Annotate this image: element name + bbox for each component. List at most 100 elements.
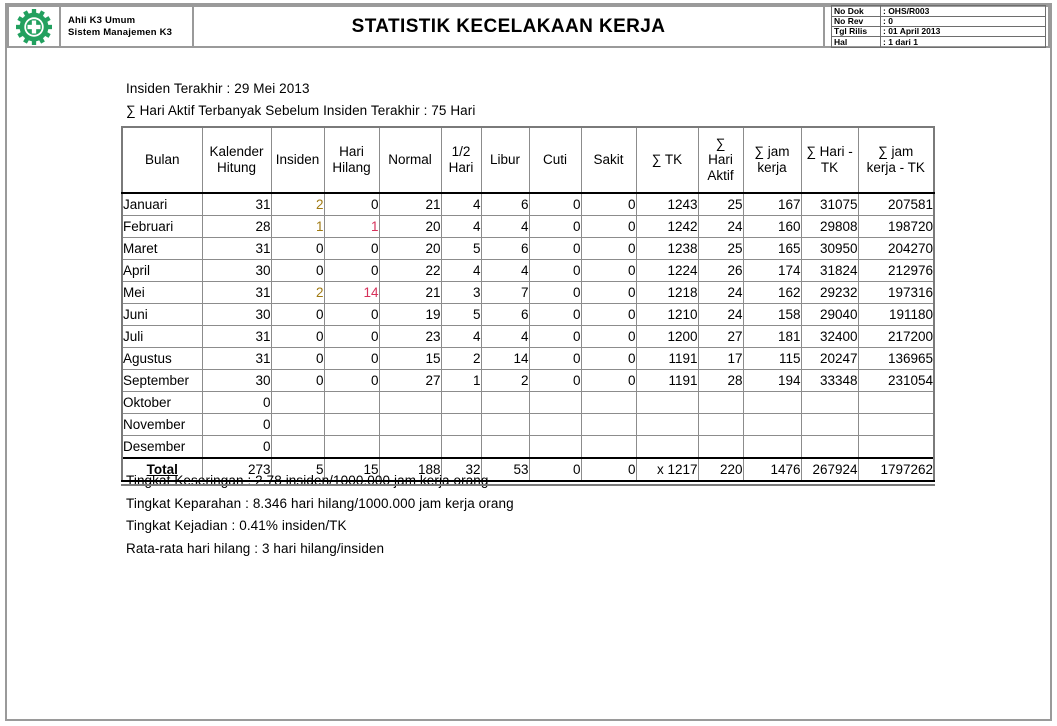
cell-sum-tk: 1243 (635, 192, 699, 216)
cell-setengah-hari: 3 (440, 281, 482, 304)
cell-hari-hilang: 0 (323, 369, 380, 392)
table-bottom-double-rule (121, 484, 935, 486)
meta-row: No Dok: OHS/R003 (831, 5, 1046, 17)
cell-normal: 15 (378, 347, 442, 370)
info-last-incident: Insiden Terakhir : 29 Mei 2013 (126, 81, 310, 96)
cell-sum-hari-tk: 29808 (800, 215, 859, 238)
cell-hari-hilang (323, 435, 380, 459)
cell-normal (378, 435, 442, 459)
cell-bulan: Agustus (121, 347, 203, 370)
cell-sum-jam-kerja: 158 (742, 303, 802, 326)
cell-hari-hilang (323, 391, 380, 414)
cell-insiden: 0 (270, 237, 325, 260)
cell-kalender-hitung: 30 (201, 369, 272, 392)
cell-sakit (580, 413, 637, 436)
info-block: Insiden Terakhir : 29 Mei 2013 ∑ Hari Ak… (126, 78, 938, 122)
cell-normal: 23 (378, 325, 442, 348)
cell-setengah-hari: 4 (440, 259, 482, 282)
cell-insiden (270, 435, 325, 459)
header-row: Bulan Kalender Hitung Insiden Hari Hilan… (121, 126, 935, 194)
note-rata-rata-hari-hilang: Rata-rata hari hilang : 3 hari hilang/in… (126, 540, 385, 556)
cell-sum-hari-aktif: 24 (697, 303, 744, 326)
col-jam-kerja-tk-line2: kerja - TK (866, 160, 925, 175)
cell-sum-hari-aktif: 27 (697, 325, 744, 348)
col-hari-hilang: Hari Hilang (323, 126, 380, 194)
cell-sum-hari-tk: 31824 (800, 259, 859, 282)
col-sakit-label: Sakit (593, 152, 624, 167)
org-line-1: Ahli K3 Umum (68, 14, 136, 26)
cell-bulan: Maret (121, 237, 203, 260)
col-hari-hilang-line2: Hilang (332, 160, 371, 175)
col-jam-kerja-line2: kerja (757, 160, 787, 175)
cell-sum-tk: 1218 (635, 281, 699, 304)
col-setengah-hari: 1/2 Hari (440, 126, 482, 194)
cell-insiden: 0 (270, 303, 325, 326)
document-meta-body: No Dok: OHS/R003 No Rev: 0 Tgl Rilis: 01 A… (831, 5, 1046, 48)
cell-sum-jam-kerja-tk: 217200 (857, 325, 935, 348)
meta-value: : 0 (880, 15, 1046, 28)
cell-normal: 27 (378, 369, 442, 392)
cell-insiden: 0 (270, 259, 325, 282)
cell-sum-hari-aktif: 17 (697, 347, 744, 370)
col-insiden-label: Insiden (275, 152, 320, 167)
col-sum-tk: ∑ TK (635, 126, 699, 194)
cell-normal: 22 (378, 259, 442, 282)
col-insiden: Insiden (270, 126, 325, 194)
cell-sakit (580, 391, 637, 414)
cell-kalender-hitung: 31 (201, 347, 272, 370)
statistics-table: Bulan Kalender Hitung Insiden Hari Hilan… (121, 126, 935, 482)
cell-bulan: Februari (121, 215, 203, 238)
cell-cuti: 0 (528, 259, 582, 282)
cell-sakit: 0 (580, 281, 637, 304)
cell-libur (480, 435, 530, 459)
cell-libur (480, 391, 530, 414)
cell-sum-tk (635, 391, 699, 414)
cell-sum-hari-aktif (697, 435, 744, 459)
cell-sakit: 0 (580, 369, 637, 392)
cell-normal: 20 (378, 237, 442, 260)
cell-bulan: Juli (121, 325, 203, 348)
table-row: Mei 31 2 14 21 3 7 0 0 1218 24 162 29232 197316 (121, 281, 935, 304)
table-row: Februari 28 1 1 20 4 4 0 0 1242 24 160 29808 198720 (121, 215, 935, 238)
cell-kalender-hitung: 31 (201, 192, 272, 216)
col-sum-tk-label: ∑ TK (651, 152, 683, 167)
col-cuti-label: Cuti (542, 152, 567, 167)
cell-sum-hari-tk: 33348 (800, 369, 859, 392)
cell-insiden (270, 413, 325, 436)
col-jam-kerja-tk-line1: ∑ jam (878, 144, 914, 159)
cell-libur: 4 (480, 215, 530, 238)
cell-sum-jam-kerja (742, 413, 802, 436)
cell-setengah-hari: 2 (440, 347, 482, 370)
cell-sum-hari-tk (800, 391, 859, 414)
meta-key: Hal (831, 36, 881, 48)
cell-sum-jam-kerja-tk: 207581 (857, 192, 935, 216)
col-normal-label: Normal (388, 152, 432, 167)
gear-cross-icon (16, 8, 52, 45)
cell-hari-hilang (323, 413, 380, 436)
cell-sum-jam-kerja-tk (857, 391, 935, 414)
col-sakit: Sakit (580, 126, 637, 194)
cell-libur: 6 (480, 303, 530, 326)
cell-sum-jam-kerja: 181 (742, 325, 802, 348)
logo-cell (9, 7, 59, 46)
cell-sum-hari-aktif: 24 (697, 215, 744, 238)
cell-insiden: 0 (270, 347, 325, 370)
cell-sum-jam-kerja-tk: 204270 (857, 237, 935, 260)
cell-bulan: Juni (121, 303, 203, 326)
cell-cuti: 0 (528, 237, 582, 260)
cell-libur: 7 (480, 281, 530, 304)
table-row: April 30 0 0 22 4 4 0 0 1224 26 174 31824 212976 (121, 259, 935, 282)
cell-hari-hilang: 1 (323, 215, 380, 238)
col-hari-tk-line1: ∑ Hari - (806, 144, 853, 159)
note-tingkat-keparahan: Tingkat Keparahan : 8.346 hari hilang/10… (126, 495, 514, 511)
meta-row: Hal: 1 dari 1 (831, 36, 1046, 48)
cell-sum-jam-kerja: 194 (742, 369, 802, 392)
col-setengah-line1: 1/2 (451, 144, 471, 159)
cell-sum-jam-kerja-tk (857, 435, 935, 459)
document-meta-cell: No Dok: OHS/R003 No Rev: 0 Tgl Rilis: 01 A… (823, 5, 1048, 48)
cell-sum-hari-aktif: 25 (697, 237, 744, 260)
cell-sum-tk: 1200 (635, 325, 699, 348)
cell-insiden: 0 (270, 369, 325, 392)
cell-insiden: 0 (270, 325, 325, 348)
cell-sum-jam-kerja: 162 (742, 281, 802, 304)
